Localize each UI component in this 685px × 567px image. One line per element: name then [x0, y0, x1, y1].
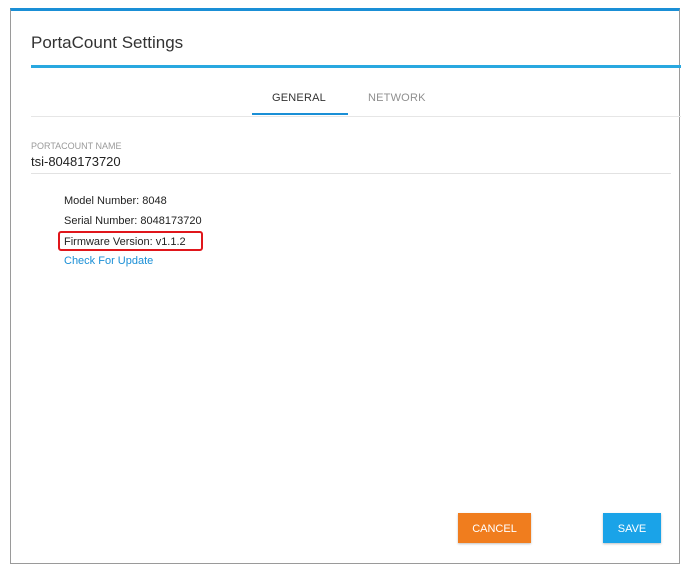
serial-number: Serial Number: 8048173720 — [64, 215, 202, 227]
check-for-update-link[interactable]: Check For Update — [64, 255, 153, 267]
tab-general[interactable]: GENERAL — [251, 92, 347, 104]
title-divider — [31, 65, 681, 68]
tab-network[interactable]: NETWORK — [368, 92, 426, 104]
dialog-title: PortaCount Settings — [31, 33, 184, 52]
settings-dialog: PortaCount Settings GENERAL NETWORK PORT… — [10, 8, 681, 564]
firmware-highlight-box — [58, 231, 203, 251]
cancel-button[interactable]: CANCEL — [458, 513, 531, 543]
model-number: Model Number: 8048 — [64, 195, 167, 207]
portacount-name-label: PORTACOUNT NAME — [31, 141, 122, 151]
portacount-name-input[interactable] — [31, 154, 671, 174]
tabs-divider — [31, 116, 681, 117]
active-tab-indicator — [252, 113, 348, 115]
save-button[interactable]: SAVE — [603, 513, 661, 543]
